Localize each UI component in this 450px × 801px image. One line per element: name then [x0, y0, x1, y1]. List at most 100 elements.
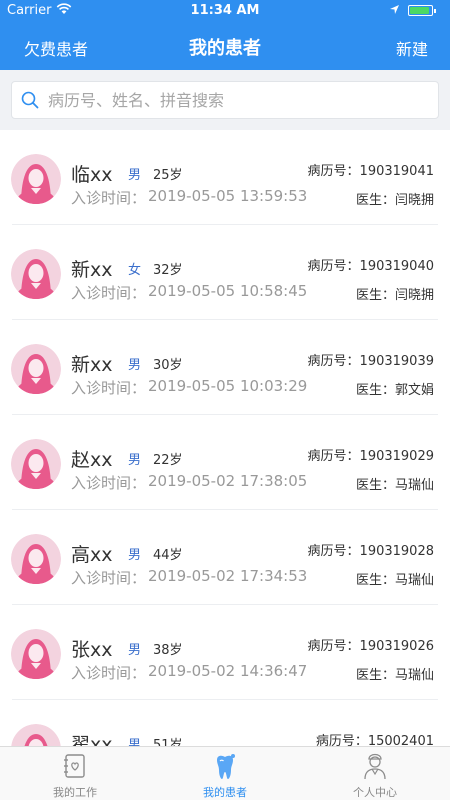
patient-list: 临xx 男 25岁 入诊时间： 2019-05-05 13:59:53 病历号：19031… — [0, 130, 450, 746]
tab-bar: 我的工作 我的患者 个人中心 — [0, 746, 450, 800]
visit-time-label: 入诊时间： — [71, 284, 147, 302]
patient-row[interactable]: 张xx 男 38岁 入诊时间： 2019-05-02 14:36:47 病历号：19031… — [0, 605, 450, 700]
patient-row[interactable]: 新xx 男 30岁 入诊时间： 2019-05-05 10:03:29 病历号：19031… — [0, 320, 450, 415]
patient-gender: 男 — [128, 548, 142, 563]
avatar — [11, 249, 61, 299]
doctor-name: 马瑞仙 — [394, 478, 434, 493]
nav-bar: 欠费患者 我的患者 新建 — [0, 22, 450, 70]
patient-row[interactable]: 新xx 女 32岁 入诊时间： 2019-05-05 10:58:45 病历号：19031… — [0, 225, 450, 320]
record-number: 病历号：190319026 — [308, 635, 434, 654]
doctor-name: 马瑞仙 — [394, 668, 434, 683]
record-number: 病历号：190319039 — [308, 350, 434, 369]
patient-name: 临xx — [71, 164, 113, 186]
battery-icon — [408, 5, 436, 16]
record-label: 病历号： — [307, 354, 360, 369]
visit-time: 2019-05-05 13:59:53 — [148, 187, 308, 205]
avatar — [11, 439, 61, 489]
new-patient-button[interactable]: 新建 — [396, 36, 428, 60]
record-value: 190319040 — [359, 259, 434, 274]
doctor-label: 医生： — [355, 573, 395, 588]
patient-gender: 男 — [128, 453, 142, 468]
patient-row[interactable]: 翟xx 男 51岁 病历号：15002401 — [0, 700, 450, 746]
avatar — [11, 344, 61, 394]
patient-age: 32岁 — [153, 263, 183, 278]
tab-label: 我的工作 — [53, 786, 97, 799]
doctor: 医生：马瑞仙 — [356, 664, 434, 683]
search-input[interactable] — [48, 88, 428, 112]
doctor: 医生：闫晓拥 — [356, 284, 434, 303]
patient-gender: 男 — [128, 358, 142, 373]
visit-time: 2019-05-05 10:58:45 — [148, 282, 308, 300]
tooth-icon — [217, 754, 235, 779]
patient-gender: 女 — [128, 263, 142, 278]
visit-time: 2019-05-02 17:34:53 — [148, 567, 308, 585]
visit-time: 2019-05-02 14:36:47 — [148, 662, 308, 680]
record-label: 病历号： — [307, 449, 360, 464]
patient-name: 赵xx — [71, 449, 113, 471]
doctor-name: 闫晓拥 — [394, 193, 434, 208]
person-icon — [364, 753, 386, 780]
record-value: 190319028 — [359, 544, 434, 559]
page-title: 我的患者 — [189, 38, 261, 59]
patient-gender: 男 — [128, 643, 142, 658]
doctor-label: 医生： — [355, 383, 395, 398]
patient-age: 22岁 — [153, 453, 183, 468]
record-value: 190319041 — [359, 164, 434, 179]
avatar — [11, 534, 61, 584]
search-box[interactable] — [11, 81, 439, 119]
doctor-name: 郭文娟 — [394, 383, 434, 398]
tab-my-patients[interactable]: 我的患者 — [150, 747, 300, 801]
doctor-label: 医生： — [355, 288, 395, 303]
patient-name: 新xx — [71, 259, 113, 281]
patient-gender: 男 — [128, 168, 142, 183]
avatar — [11, 154, 61, 204]
record-number: 病历号：190319029 — [308, 445, 434, 464]
doctor: 医生：马瑞仙 — [356, 569, 434, 588]
record-number: 病历号：190319040 — [308, 255, 434, 274]
avatar — [11, 629, 61, 679]
patient-row[interactable]: 高xx 男 44岁 入诊时间： 2019-05-02 17:34:53 病历号：19031… — [0, 510, 450, 605]
header: Carrier 11:34 AM 欠费患者 我的患者 新建 — [0, 0, 450, 70]
status-bar: Carrier 11:34 AM — [0, 0, 450, 22]
patient-age: 44岁 — [153, 548, 183, 563]
visit-time: 2019-05-02 17:38:05 — [148, 472, 308, 490]
tab-label: 个人中心 — [353, 786, 397, 799]
tab-label: 我的患者 — [203, 786, 247, 799]
record-value: 190319039 — [359, 354, 434, 369]
doctor-label: 医生： — [355, 478, 395, 493]
patient-name: 翟xx — [71, 734, 113, 746]
patient-gender: 男 — [128, 738, 142, 746]
search-icon — [21, 91, 39, 109]
record-label: 病历号： — [307, 544, 360, 559]
work-icon — [64, 754, 85, 778]
record-value: 190319026 — [359, 639, 434, 654]
visit-time-label: 入诊时间： — [71, 379, 147, 397]
patient-age: 51岁 — [153, 738, 183, 746]
visit-time-label: 入诊时间： — [71, 474, 147, 492]
record-number: 病历号：15002401 — [316, 730, 434, 746]
patient-name: 新xx — [71, 354, 113, 376]
record-value: 190319029 — [359, 449, 434, 464]
doctor-name: 闫晓拥 — [394, 288, 434, 303]
record-label: 病历号： — [307, 639, 360, 654]
record-label: 病历号： — [307, 164, 360, 179]
search-bar — [0, 70, 450, 130]
record-number: 病历号：190319028 — [308, 540, 434, 559]
record-number: 病历号：190319041 — [308, 160, 434, 179]
visit-time-label: 入诊时间： — [71, 189, 147, 207]
location-arrow-icon — [390, 5, 399, 14]
doctor: 医生：闫晓拥 — [356, 189, 434, 208]
patient-age: 25岁 — [153, 168, 183, 183]
visit-time-label: 入诊时间： — [71, 664, 147, 682]
visit-time-label: 入诊时间： — [71, 569, 147, 587]
patient-age: 38岁 — [153, 643, 183, 658]
doctor: 医生：马瑞仙 — [356, 474, 434, 493]
tab-my-work[interactable]: 我的工作 — [0, 747, 150, 801]
doctor-name: 马瑞仙 — [394, 573, 434, 588]
patient-name: 张xx — [71, 639, 113, 661]
status-time: 11:34 AM — [190, 3, 260, 18]
patient-row[interactable]: 赵xx 男 22岁 入诊时间： 2019-05-02 17:38:05 病历号：19031… — [0, 415, 450, 510]
patient-name: 高xx — [71, 544, 113, 566]
tab-personal-center[interactable]: 个人中心 — [300, 747, 450, 801]
patient-row[interactable]: 临xx 男 25岁 入诊时间： 2019-05-05 13:59:53 病历号：19031… — [0, 130, 450, 225]
